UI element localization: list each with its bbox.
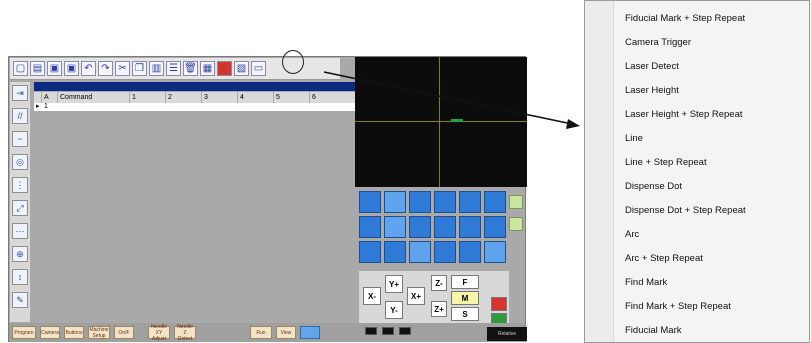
menu-item[interactable]: Laser Detect (625, 61, 679, 72)
menu-item[interactable]: Laser Height + Step Repeat (625, 109, 743, 120)
menu-item[interactable]: Line (625, 133, 643, 144)
menu-item[interactable]: Find Mark + Step Repeat (625, 301, 731, 312)
menu-item[interactable]: Line + Step Repeat (625, 157, 707, 168)
menu-item[interactable]: Camera Trigger (625, 37, 691, 48)
menu-item[interactable]: Dispense Dot (625, 181, 682, 192)
menu-item[interactable]: Fiducial Mark (625, 325, 682, 336)
insert-command-menu: Fiducial Mark + Step Repeat Camera Trigg… (584, 0, 810, 343)
menu-item[interactable]: Laser Height (625, 85, 679, 96)
menu-item[interactable]: Arc (625, 229, 639, 240)
menu-item[interactable]: Fiducial Mark + Step Repeat (625, 13, 745, 24)
menu-item[interactable]: Dispense Dot + Step Repeat (625, 205, 746, 216)
menu-gutter (585, 1, 614, 342)
menu-item[interactable]: Find Mark (625, 277, 667, 288)
menu-item[interactable]: Arc + Step Repeat (625, 253, 703, 264)
